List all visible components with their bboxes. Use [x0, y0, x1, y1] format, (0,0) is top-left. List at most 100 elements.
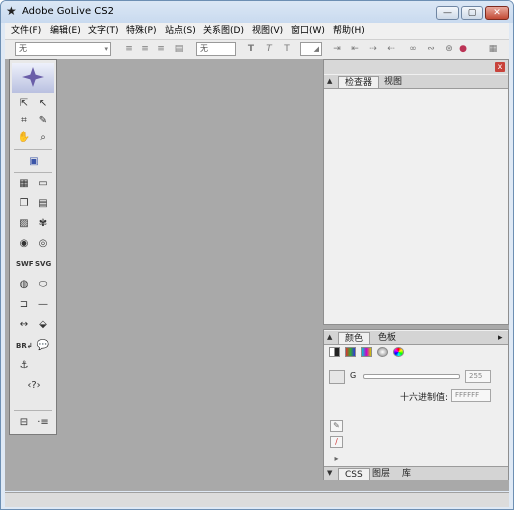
- text-color-select[interactable]: ◢: [300, 42, 322, 56]
- align-center-icon[interactable]: ≡: [139, 43, 151, 55]
- menu-edit[interactable]: 编辑(E): [50, 25, 81, 37]
- list-format-icon[interactable]: ▤: [173, 43, 185, 55]
- flash-icon[interactable]: SWF: [16, 257, 34, 271]
- bold-icon[interactable]: T: [245, 43, 257, 55]
- plugin-icon[interactable]: ⬭: [35, 278, 51, 292]
- channel-slider[interactable]: [363, 374, 460, 379]
- horizontal-line-icon[interactable]: —: [35, 298, 51, 312]
- target-icon[interactable]: ⊛: [443, 43, 455, 55]
- tab-layers[interactable]: 图层: [366, 468, 396, 480]
- color-panel-tabs: ▲ 颜色 色板 ▸: [324, 331, 508, 345]
- layer-icon[interactable]: ❐: [16, 197, 32, 211]
- tab-view[interactable]: 视图: [378, 76, 408, 88]
- chevron-corner-icon: ◢: [313, 45, 319, 53]
- inspector-tabs: ▲ 检查器 视图: [324, 75, 508, 89]
- align-left-icon[interactable]: ≡: [123, 43, 135, 55]
- tab-css[interactable]: CSS: [338, 468, 370, 480]
- menu-help[interactable]: 帮助(H): [333, 25, 365, 37]
- layout-grid-icon[interactable]: ▦: [16, 177, 32, 191]
- expand-arrow-icon[interactable]: ▸: [330, 454, 343, 466]
- menu-special[interactable]: 特殊(P): [126, 25, 156, 37]
- code-icon[interactable]: ‹?›: [26, 379, 42, 393]
- smart-object-icon[interactable]: ✾: [35, 217, 51, 231]
- font-size-select[interactable]: 无: [196, 42, 236, 56]
- layout-grid-tool-icon[interactable]: ⌗: [16, 114, 32, 128]
- link-icon[interactable]: ∞: [407, 43, 419, 55]
- channel-value-field[interactable]: 255: [465, 370, 491, 383]
- eyedropper-icon[interactable]: ✎: [330, 420, 343, 432]
- status-bar: [5, 492, 509, 507]
- toolbox-divider: [14, 149, 52, 150]
- menu-view[interactable]: 视图(V): [252, 25, 283, 37]
- outdent-icon[interactable]: ⇤: [349, 43, 361, 55]
- font-size-value: 无: [200, 44, 208, 53]
- quicktime-icon[interactable]: ◎: [35, 237, 51, 251]
- minimize-button[interactable]: —: [436, 6, 459, 20]
- panel-close-icon[interactable]: x: [495, 62, 505, 72]
- menu-file[interactable]: 文件(F): [11, 25, 41, 37]
- menu-diagram[interactable]: 关系图(D): [203, 25, 244, 37]
- inspector-titlebar[interactable]: x: [324, 60, 508, 74]
- title-bar[interactable]: ★ Adobe GoLive CS2 — ▢ ✕: [1, 1, 513, 23]
- collapse-icon[interactable]: ▲: [327, 77, 332, 85]
- eyedropper-icon[interactable]: ✎: [35, 114, 51, 128]
- align-right-icon[interactable]: ≡: [155, 43, 167, 55]
- menu-type[interactable]: 文字(T): [88, 25, 119, 37]
- tab-color[interactable]: 颜色: [338, 332, 371, 344]
- preview-icon[interactable]: ●: [457, 43, 469, 55]
- italic-icon[interactable]: T: [263, 43, 275, 55]
- tab-library[interactable]: 库: [396, 468, 417, 480]
- hsb-mode-icon[interactable]: [377, 347, 388, 357]
- table-icon[interactable]: ▤: [35, 197, 51, 211]
- move-right-icon[interactable]: ⇢: [367, 43, 379, 55]
- object-selection-icon[interactable]: ↖: [35, 97, 51, 111]
- swf-icon[interactable]: ◉: [16, 237, 32, 251]
- image-icon[interactable]: ▨: [16, 217, 32, 231]
- toolbar-options-icon[interactable]: ▦: [487, 43, 499, 55]
- chevron-down-icon: ▾: [104, 45, 108, 53]
- tab-swatches[interactable]: 色板: [372, 332, 402, 344]
- zoom-icon[interactable]: ⌕: [35, 131, 51, 145]
- line-break-icon[interactable]: BR↲: [16, 339, 33, 353]
- anchor-icon[interactable]: ⚓: [16, 359, 32, 373]
- standard-editing-icon[interactable]: ⇱: [16, 97, 32, 111]
- panel-menu-icon[interactable]: ▸: [492, 332, 509, 344]
- paragraph-style-select[interactable]: 无 ▾: [15, 42, 111, 56]
- object-group-selector-icon[interactable]: ▣: [26, 155, 42, 169]
- color-panel: ▲ 颜色 色板 ▸ G 255 十六进制值: FFFFFF ✎ ∕ ▸ ▼ CS…: [323, 329, 509, 480]
- hex-value-field[interactable]: FFFFFF: [451, 389, 491, 402]
- rgb-mode-icon[interactable]: [345, 347, 356, 357]
- comment-icon[interactable]: 💬: [35, 339, 51, 353]
- toolbox-menu-icon[interactable]: ·≡: [35, 416, 51, 430]
- expand-icon[interactable]: ▼: [327, 469, 332, 477]
- svg-icon[interactable]: SVG: [35, 257, 51, 271]
- color-wheel-icon[interactable]: [393, 347, 404, 357]
- app-window: ★ Adobe GoLive CS2 — ▢ ✕ 文件(F) 编辑(E) 文字(…: [0, 0, 514, 510]
- layout-textbox-icon[interactable]: ▭: [35, 177, 51, 191]
- logo-star-icon: [22, 67, 44, 87]
- teletype-icon[interactable]: T: [281, 43, 293, 55]
- close-button[interactable]: ✕: [485, 6, 509, 20]
- toolbox-options-icon[interactable]: ⊟: [16, 416, 32, 430]
- component-icon[interactable]: ⬙: [35, 318, 51, 332]
- indent-icon[interactable]: ⇥: [331, 43, 343, 55]
- java-applet-icon[interactable]: ⊐: [16, 298, 32, 312]
- unlink-icon[interactable]: ∾: [425, 43, 437, 55]
- window-title: Adobe GoLive CS2: [22, 6, 114, 17]
- objects-toolbox: ⇱ ↖ ⌗ ✎ ✋ ⌕ ▣ ▦ ▭ ❐ ▤ ▨ ✾ ◉ ◎ SWF SVG ◍ …: [9, 59, 57, 435]
- hand-icon[interactable]: ✋: [16, 131, 32, 145]
- maximize-button[interactable]: ▢: [461, 6, 483, 20]
- grayscale-mode-icon[interactable]: [329, 347, 340, 357]
- menu-site[interactable]: 站点(S): [165, 25, 196, 37]
- menu-bar: 文件(F) 编辑(E) 文字(T) 特殊(P) 站点(S) 关系图(D) 视图(…: [5, 23, 509, 39]
- real-media-icon[interactable]: ◍: [16, 278, 32, 292]
- collapse-icon[interactable]: ▲: [327, 333, 332, 341]
- document-workspace: ⇱ ↖ ⌗ ✎ ✋ ⌕ ▣ ▦ ▭ ❐ ▤ ▨ ✾ ◉ ◎ SWF SVG ◍ …: [5, 59, 509, 491]
- cmyk-mode-icon[interactable]: [361, 347, 372, 357]
- menu-window[interactable]: 窗口(W): [291, 25, 325, 37]
- tab-inspector[interactable]: 检查器: [338, 76, 380, 88]
- spacer-icon[interactable]: ↔: [16, 318, 32, 332]
- color-swatch[interactable]: [329, 370, 345, 384]
- move-left-icon[interactable]: ⇠: [385, 43, 397, 55]
- no-color-icon[interactable]: ∕: [330, 436, 343, 448]
